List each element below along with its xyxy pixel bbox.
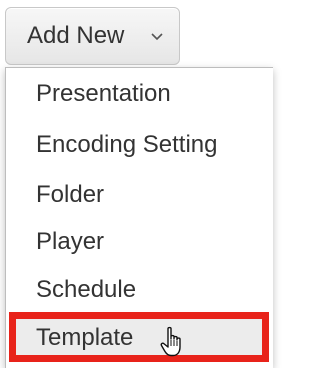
add-new-label: Add New — [27, 22, 125, 49]
menu-item-schedule[interactable]: Schedule — [36, 276, 136, 304]
add-new-button[interactable]: Add New — [5, 7, 180, 65]
pointer-hand-icon — [160, 326, 181, 357]
menu-item-folder[interactable]: Folder — [36, 181, 104, 209]
dropdown-menu: Presentation Encoding Setting Folder Pla… — [5, 67, 273, 368]
menu-item-encoding-setting[interactable]: Encoding Setting — [36, 131, 217, 159]
menu-item-presentation[interactable]: Presentation — [36, 80, 171, 108]
menu-item-template[interactable]: Template — [9, 312, 269, 362]
menu-item-template-label: Template — [36, 324, 134, 351]
add-new-dropdown: Add New Presentation Encoding Setting Fo… — [0, 0, 273, 368]
menu-item-player[interactable]: Player — [36, 228, 104, 256]
chevron-down-icon — [151, 33, 163, 41]
